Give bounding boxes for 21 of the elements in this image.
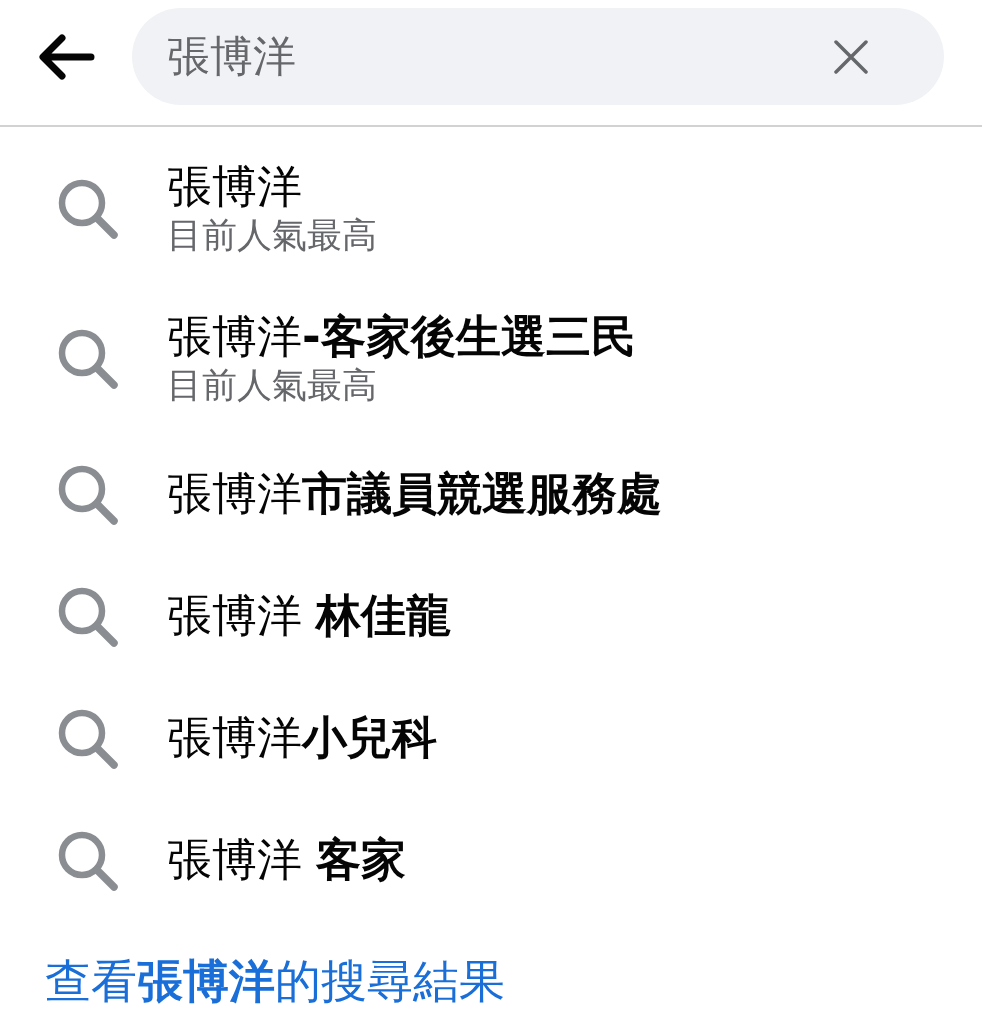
suggestion-caption: 目前人氣最高 xyxy=(167,364,378,406)
suggestion-text[interactable]: 張博洋-客家後生選三民 xyxy=(167,310,636,364)
suggestion-text[interactable]: 張博洋小兒科 xyxy=(167,711,437,765)
close-icon xyxy=(834,39,868,74)
suggestion-text[interactable]: 張博洋 林佳龍 xyxy=(167,589,452,643)
search-icon xyxy=(57,585,118,647)
suggestion-text[interactable]: 張博洋 客家 xyxy=(167,833,407,887)
search-icon xyxy=(57,463,118,525)
search-icon xyxy=(57,829,118,891)
clear-button[interactable] xyxy=(834,39,868,74)
suggestion-caption: 目前人氣最高 xyxy=(167,214,377,256)
search-bar[interactable]: 張博洋 xyxy=(132,8,944,105)
back-arrow-icon xyxy=(38,34,95,80)
search-icon xyxy=(57,177,118,239)
see-results-link[interactable]: 查看張博洋的搜尋結果 xyxy=(45,954,505,1008)
suggestion-text[interactable]: 張博洋市議員競選服務處 xyxy=(167,467,662,521)
search-icon xyxy=(57,327,118,389)
suggestion-text[interactable]: 張博洋 xyxy=(167,160,377,214)
back-button[interactable] xyxy=(38,34,95,80)
search-icon xyxy=(57,707,118,769)
search-field[interactable]: 張博洋 xyxy=(167,24,834,89)
